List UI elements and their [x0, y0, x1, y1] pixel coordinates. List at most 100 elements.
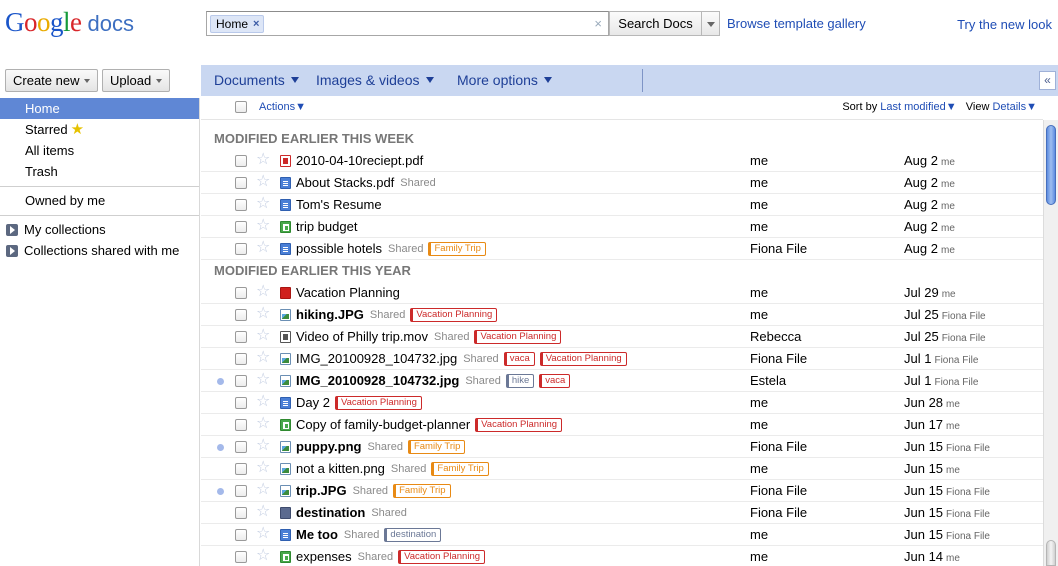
collection-tag[interactable]: Vacation Planning: [474, 329, 562, 344]
table-row[interactable]: ☆ Day 2 Vacation Planning me Jun 28 me: [201, 392, 1043, 414]
collection-tag[interactable]: Family Trip: [428, 241, 486, 256]
table-row[interactable]: ☆ not a kitten.png Shared Family Trip me Jun …: [201, 458, 1043, 480]
star-icon[interactable]: ☆: [256, 437, 270, 455]
collection-tag[interactable]: hike: [505, 373, 535, 388]
sort-dropdown[interactable]: Last modified▼: [880, 101, 956, 113]
clear-search-icon[interactable]: ×: [594, 16, 602, 31]
document-title-link[interactable]: destination: [296, 505, 365, 520]
collection-tag[interactable]: Vacation Planning: [334, 395, 422, 410]
scrollbar-thumb-secondary[interactable]: [1046, 540, 1056, 566]
document-title-link[interactable]: 2010-04-10reciept.pdf: [296, 153, 423, 168]
sidebar-item-starred[interactable]: Starred ★: [0, 119, 199, 140]
row-checkbox[interactable]: [235, 463, 247, 475]
document-title-link[interactable]: not a kitten.png: [296, 461, 385, 476]
star-icon[interactable]: ☆: [256, 547, 270, 565]
star-icon[interactable]: ☆: [256, 415, 270, 433]
collection-tag[interactable]: vaca: [539, 373, 571, 388]
collapse-panel-button[interactable]: «: [1039, 71, 1056, 90]
row-checkbox[interactable]: [235, 353, 247, 365]
table-row[interactable]: ☆ IMG_20100928_104732.jpg Shared vaca Vacati…: [201, 348, 1043, 370]
star-icon[interactable]: ☆: [256, 239, 270, 257]
collection-tag[interactable]: Vacation Planning: [398, 549, 486, 564]
row-checkbox[interactable]: [235, 419, 247, 431]
collection-tag[interactable]: destination: [384, 527, 442, 542]
documents-menu[interactable]: Documents: [214, 72, 299, 88]
row-checkbox[interactable]: [235, 155, 247, 167]
star-icon[interactable]: ☆: [256, 525, 270, 543]
row-checkbox[interactable]: [235, 309, 247, 321]
row-checkbox[interactable]: [235, 551, 247, 563]
sidebar-item-shared-collections[interactable]: Collections shared with me: [0, 240, 199, 261]
star-icon[interactable]: ☆: [256, 503, 270, 521]
scrollbar-thumb[interactable]: [1046, 125, 1056, 205]
row-checkbox[interactable]: [235, 199, 247, 211]
document-title-link[interactable]: trip budget: [296, 219, 357, 234]
browse-template-gallery-link[interactable]: Browse template gallery: [727, 16, 866, 31]
table-row[interactable]: ☆ Copy of family-budget-planner Vacation P…: [201, 414, 1043, 436]
row-checkbox[interactable]: [235, 441, 247, 453]
document-title-link[interactable]: Day 2: [296, 395, 330, 410]
table-row[interactable]: ☆ destination Shared Fiona File Jun 15 Fiona …: [201, 502, 1043, 524]
star-icon[interactable]: ☆: [256, 349, 270, 367]
table-row[interactable]: ☆ Me too Shared destination me Jun 15 Fiona Fi…: [201, 524, 1043, 546]
google-docs-logo[interactable]: Google docs: [5, 7, 134, 39]
collection-tag[interactable]: vaca: [503, 351, 535, 366]
table-row[interactable]: ☆ possible hotels Shared Family Trip Fiona F…: [201, 238, 1043, 260]
row-checkbox[interactable]: [235, 375, 247, 387]
star-icon[interactable]: ☆: [256, 195, 270, 213]
table-row[interactable]: ☆ trip.JPG Shared Family Trip Fiona File Jun …: [201, 480, 1043, 502]
table-row[interactable]: ☆ hiking.JPG Shared Vacation Planning me Jul …: [201, 304, 1043, 326]
images-videos-menu[interactable]: Images & videos: [316, 72, 434, 88]
document-title-link[interactable]: IMG_20100928_104732.jpg: [296, 351, 457, 366]
table-row[interactable]: ☆ 2010-04-10reciept.pdf me Aug 2 me: [201, 150, 1043, 172]
table-row[interactable]: ☆ Video of Philly trip.mov Shared Vacation …: [201, 326, 1043, 348]
document-title-link[interactable]: Tom's Resume: [296, 197, 382, 212]
search-input[interactable]: Home × ×: [206, 11, 609, 36]
table-row[interactable]: ☆ Vacation Planning me Jul 29 me: [201, 282, 1043, 304]
star-icon[interactable]: ☆: [256, 217, 270, 235]
expand-arrow-icon[interactable]: [6, 223, 18, 236]
table-row[interactable]: ☆ IMG_20100928_104732.jpg Shared hike vaca Es…: [201, 370, 1043, 392]
star-icon[interactable]: ☆: [256, 151, 270, 169]
star-icon[interactable]: ☆: [256, 481, 270, 499]
row-checkbox[interactable]: [235, 397, 247, 409]
actions-dropdown[interactable]: Actions▼: [259, 101, 306, 113]
document-title-link[interactable]: possible hotels: [296, 241, 382, 256]
document-title-link[interactable]: Video of Philly trip.mov: [296, 329, 428, 344]
star-icon[interactable]: ☆: [256, 371, 270, 389]
table-row[interactable]: ☆ About Stacks.pdf Shared me Aug 2 me: [201, 172, 1043, 194]
table-row[interactable]: ☆ Tom's Resume me Aug 2 me: [201, 194, 1043, 216]
collection-tag[interactable]: Vacation Planning: [410, 307, 498, 322]
view-dropdown[interactable]: Details▼: [992, 101, 1037, 113]
row-checkbox[interactable]: [235, 243, 247, 255]
row-checkbox[interactable]: [235, 529, 247, 541]
row-checkbox[interactable]: [235, 221, 247, 233]
select-all-checkbox[interactable]: [235, 101, 247, 113]
search-docs-button[interactable]: Search Docs: [609, 11, 702, 36]
search-filter-chip[interactable]: Home ×: [210, 15, 265, 33]
collection-tag[interactable]: Family Trip: [407, 439, 466, 454]
star-icon[interactable]: ☆: [256, 327, 270, 345]
table-row[interactable]: ☆ expenses Shared Vacation Planning me Jun 14…: [201, 546, 1043, 566]
document-title-link[interactable]: puppy.png: [296, 439, 361, 454]
star-icon[interactable]: ☆: [256, 283, 270, 301]
sidebar-item-all-items[interactable]: All items: [0, 140, 199, 161]
sidebar-item-owned-by-me[interactable]: Owned by me: [0, 190, 199, 211]
table-row[interactable]: ☆ puppy.png Shared Family Trip Fiona File Jun…: [201, 436, 1043, 458]
row-checkbox[interactable]: [235, 507, 247, 519]
star-icon[interactable]: ☆: [256, 393, 270, 411]
collection-tag[interactable]: Vacation Planning: [539, 351, 627, 366]
more-options-menu[interactable]: More options: [457, 72, 552, 88]
remove-chip-icon[interactable]: ×: [253, 16, 259, 32]
table-row[interactable]: ☆ trip budget me Aug 2 me: [201, 216, 1043, 238]
try-new-look-link[interactable]: Try the new look: [957, 17, 1052, 32]
star-icon[interactable]: ☆: [256, 459, 270, 477]
sidebar-item-trash[interactable]: Trash: [0, 161, 199, 182]
document-title-link[interactable]: Me too: [296, 527, 338, 542]
document-title-link[interactable]: Copy of family-budget-planner: [296, 417, 470, 432]
document-title-link[interactable]: hiking.JPG: [296, 307, 364, 322]
document-title-link[interactable]: trip.JPG: [296, 483, 347, 498]
expand-arrow-icon[interactable]: [6, 244, 18, 257]
document-title-link[interactable]: IMG_20100928_104732.jpg: [296, 373, 459, 388]
sidebar-item-home[interactable]: Home: [0, 98, 199, 119]
